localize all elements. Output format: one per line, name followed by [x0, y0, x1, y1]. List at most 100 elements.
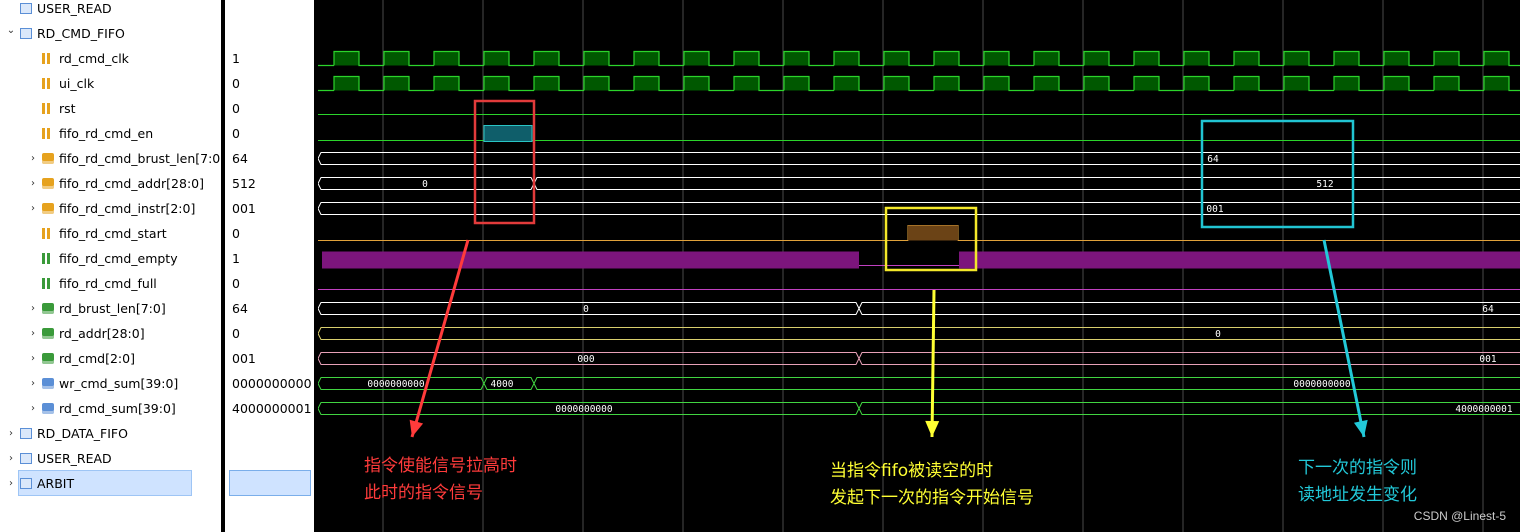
- signal-row[interactable]: fifo_rd_cmd_full: [0, 271, 221, 296]
- output-signal-icon: [42, 278, 52, 289]
- chevron-right-icon[interactable]: ›: [28, 346, 38, 371]
- signal-row[interactable]: ⌄ RD_CMD_FIFO: [0, 21, 221, 46]
- fifo-rd-cmd-en-pulse: [483, 125, 533, 142]
- chevron-right-icon[interactable]: ›: [28, 371, 38, 396]
- rd-cmd-clk-wave-pulse: [1084, 51, 1109, 66]
- signal-value: 1: [232, 251, 240, 266]
- signal-row[interactable]: fifo_rd_cmd_empty: [0, 246, 221, 271]
- signal-row[interactable]: › fifo_rd_cmd_instr[2:0]: [0, 196, 221, 221]
- output-bus-icon: [42, 353, 54, 364]
- ui-clk-wave-pulse: [634, 76, 659, 91]
- signal-row[interactable]: › ARBIT: [0, 470, 221, 496]
- signal-row[interactable]: rst: [0, 96, 221, 121]
- input-bus-icon: [42, 203, 54, 214]
- fifo-rd-cmd-addr-wave-segment: [533, 177, 1520, 190]
- fifo-rd-cmd-empty-high: [322, 251, 859, 269]
- chevron-right-icon[interactable]: ›: [28, 296, 38, 321]
- chevron-right-icon[interactable]: ›: [28, 396, 38, 421]
- signal-name: ui_clk: [59, 76, 95, 91]
- signal-value-row: [225, 421, 314, 446]
- signal-value-row: [225, 21, 314, 46]
- ui-clk-wave-pulse: [534, 76, 559, 91]
- internal-bus-icon: [42, 403, 54, 414]
- annotation-red: 指令使能信号拉高时 此时的指令信号: [364, 453, 517, 507]
- signal-name: RD_CMD_FIFO: [37, 26, 125, 41]
- annotation-yellow-line2: 发起下一次的指令开始信号: [830, 488, 1034, 508]
- signal-row[interactable]: › rd_brust_len[7:0]: [0, 296, 221, 321]
- signal-value-row: 64: [225, 146, 314, 171]
- ui-clk-wave-pulse: [1084, 76, 1109, 91]
- chevron-right-icon[interactable]: ›: [28, 196, 38, 221]
- rd-cmd-clk-wave-pulse: [484, 51, 509, 66]
- signal-value-row: 1: [225, 46, 314, 71]
- signal-name: RD_DATA_FIFO: [37, 426, 128, 441]
- rd-brust-len-wave-segment: [858, 302, 1520, 315]
- signal-row[interactable]: › rd_cmd_sum[39:0]: [0, 396, 221, 421]
- signal-row[interactable]: › USER_READ: [0, 446, 221, 471]
- signal-row[interactable]: › fifo_rd_cmd_brust_len[7:0]: [0, 146, 221, 171]
- signal-value-row: [225, 0, 314, 21]
- signal-row[interactable]: › RD_DATA_FIFO: [0, 421, 221, 446]
- signal-row[interactable]: › fifo_rd_cmd_addr[28:0]: [0, 171, 221, 196]
- waveform-panel[interactable]: 64 0 512 001 0 64 0 000 001 0000000000 4000 0000000…: [318, 0, 1520, 532]
- rd-cmd-clk-wave-pulse: [684, 51, 709, 66]
- chevron-right-icon[interactable]: ›: [6, 471, 16, 496]
- rd-cmd-wave-value: 000: [577, 354, 594, 365]
- signal-value-row: [225, 446, 314, 471]
- output-bus-icon: [42, 328, 54, 339]
- rd-cmd-sum-wave-value: 0000000000: [555, 404, 612, 415]
- ui-clk-wave-pulse: [1134, 76, 1159, 91]
- rd-cmd-clk-wave-pulse: [1234, 51, 1259, 66]
- signal-row[interactable]: fifo_rd_cmd_start: [0, 221, 221, 246]
- signal-value: 001: [232, 201, 256, 216]
- rd-cmd-clk-wave-pulse: [1484, 51, 1509, 66]
- arrow-red: [410, 239, 470, 438]
- rd-cmd-clk-wave-pulse: [334, 51, 359, 66]
- rd-cmd-clk-wave-pulse: [984, 51, 1009, 66]
- arrow-yellow: [930, 289, 936, 438]
- signal-value-row: 4000000001: [225, 396, 314, 421]
- signal-row[interactable]: › wr_cmd_sum[39:0]: [0, 371, 221, 396]
- signal-row[interactable]: fifo_rd_cmd_en: [0, 121, 221, 146]
- chevron-right-icon[interactable]: ›: [28, 146, 38, 171]
- chevron-right-icon[interactable]: ›: [6, 421, 16, 446]
- signal-value-row: 0: [225, 96, 314, 121]
- chevron-down-icon[interactable]: ⌄: [6, 18, 16, 43]
- signal-row[interactable]: rd_cmd_clk: [0, 46, 221, 71]
- rd-cmd-clk-wave-pulse: [784, 51, 809, 66]
- signal-row[interactable]: › rd_cmd[2:0]: [0, 346, 221, 371]
- signal-row[interactable]: › rd_addr[28:0]: [0, 321, 221, 346]
- signal-name: rd_cmd_sum[39:0]: [59, 401, 176, 416]
- signal-name: fifo_rd_cmd_brust_len[7:0]: [59, 151, 221, 166]
- group-icon: [20, 453, 32, 464]
- ui-clk-wave-pulse: [1484, 76, 1509, 91]
- chevron-right-icon[interactable]: ›: [28, 171, 38, 196]
- output-signal-icon: [42, 253, 52, 264]
- signal-name: rd_cmd[2:0]: [59, 351, 135, 366]
- annotation-red-line1: 指令使能信号拉高时: [364, 456, 517, 476]
- wr-cmd-sum-wave-value: 0000000000: [1293, 379, 1350, 390]
- rd-cmd-clk-wave-pulse: [1134, 51, 1159, 66]
- rd-brust-len-wave-value: 0: [583, 304, 589, 315]
- signal-name: rd_addr[28:0]: [59, 326, 145, 341]
- fifo-rd-cmd-addr-wave-value: 512: [1316, 179, 1333, 190]
- chevron-right-icon[interactable]: ›: [6, 446, 16, 471]
- signal-row[interactable]: USER_READ: [0, 0, 221, 21]
- ui-clk-wave-pulse: [884, 76, 909, 91]
- wr-cmd-sum-wave-value: 4000: [491, 379, 514, 390]
- signal-value: 64: [232, 151, 248, 166]
- signal-value-row: 0: [225, 221, 314, 246]
- annotation-yellow: 当指令fifo被读空的时 发起下一次的指令开始信号: [830, 458, 1034, 512]
- ui-clk-wave-pulse: [334, 76, 359, 91]
- signal-row[interactable]: ui_clk: [0, 71, 221, 96]
- signal-name: ARBIT: [37, 476, 75, 491]
- signal-name: USER_READ: [37, 1, 112, 16]
- chevron-right-icon[interactable]: ›: [28, 321, 38, 346]
- ui-clk-wave-pulse: [1184, 76, 1209, 91]
- arrow-yellow-head: [925, 420, 940, 437]
- signal-name: fifo_rd_cmd_instr[2:0]: [59, 201, 196, 216]
- ui-clk-wave-pulse: [1334, 76, 1359, 91]
- annotation-yellow-line1: 当指令fifo被读空的时: [830, 461, 994, 481]
- signal-value-row: 1: [225, 246, 314, 271]
- signal-value: 0: [232, 101, 240, 116]
